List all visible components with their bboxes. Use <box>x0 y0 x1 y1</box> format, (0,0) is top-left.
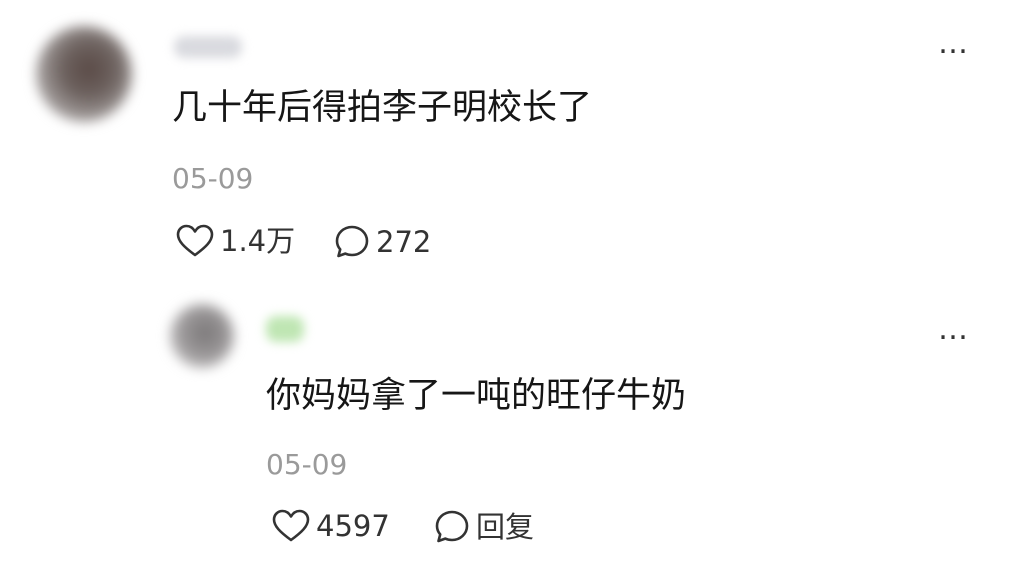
more-options-icon[interactable]: … <box>938 29 970 59</box>
comment-date: 05-09 <box>172 162 254 195</box>
like-count: 1.4万 <box>220 224 296 258</box>
reply-avatar[interactable] <box>170 304 234 368</box>
comment-thread: … 几十年后得拍李子明校长了 05-09 1.4万 272 … 你妈妈拿了一吨的… <box>0 0 1024 586</box>
speech-bubble-icon <box>335 225 369 258</box>
reply-username-blurred[interactable] <box>266 316 304 342</box>
comment-count: 272 <box>376 225 432 259</box>
heart-icon <box>272 509 310 542</box>
reply-like-button[interactable]: 4597 <box>272 509 390 543</box>
reply-button[interactable]: 回复 <box>434 509 534 545</box>
reply-text: 你妈妈拿了一吨的旺仔牛奶 <box>266 376 687 416</box>
username-blurred[interactable] <box>174 36 242 58</box>
speech-bubble-icon <box>435 510 469 543</box>
reply-label: 回复 <box>476 510 535 544</box>
avatar[interactable] <box>36 26 132 122</box>
reply-more-options-icon[interactable]: … <box>938 315 970 345</box>
heart-icon <box>176 224 214 257</box>
comments-button[interactable]: 272 <box>334 224 431 260</box>
reply-like-count: 4597 <box>316 509 390 543</box>
reply-date: 05-09 <box>266 448 348 481</box>
like-button[interactable]: 1.4万 <box>176 224 295 258</box>
comment-text: 几十年后得拍李子明校长了 <box>172 88 593 128</box>
